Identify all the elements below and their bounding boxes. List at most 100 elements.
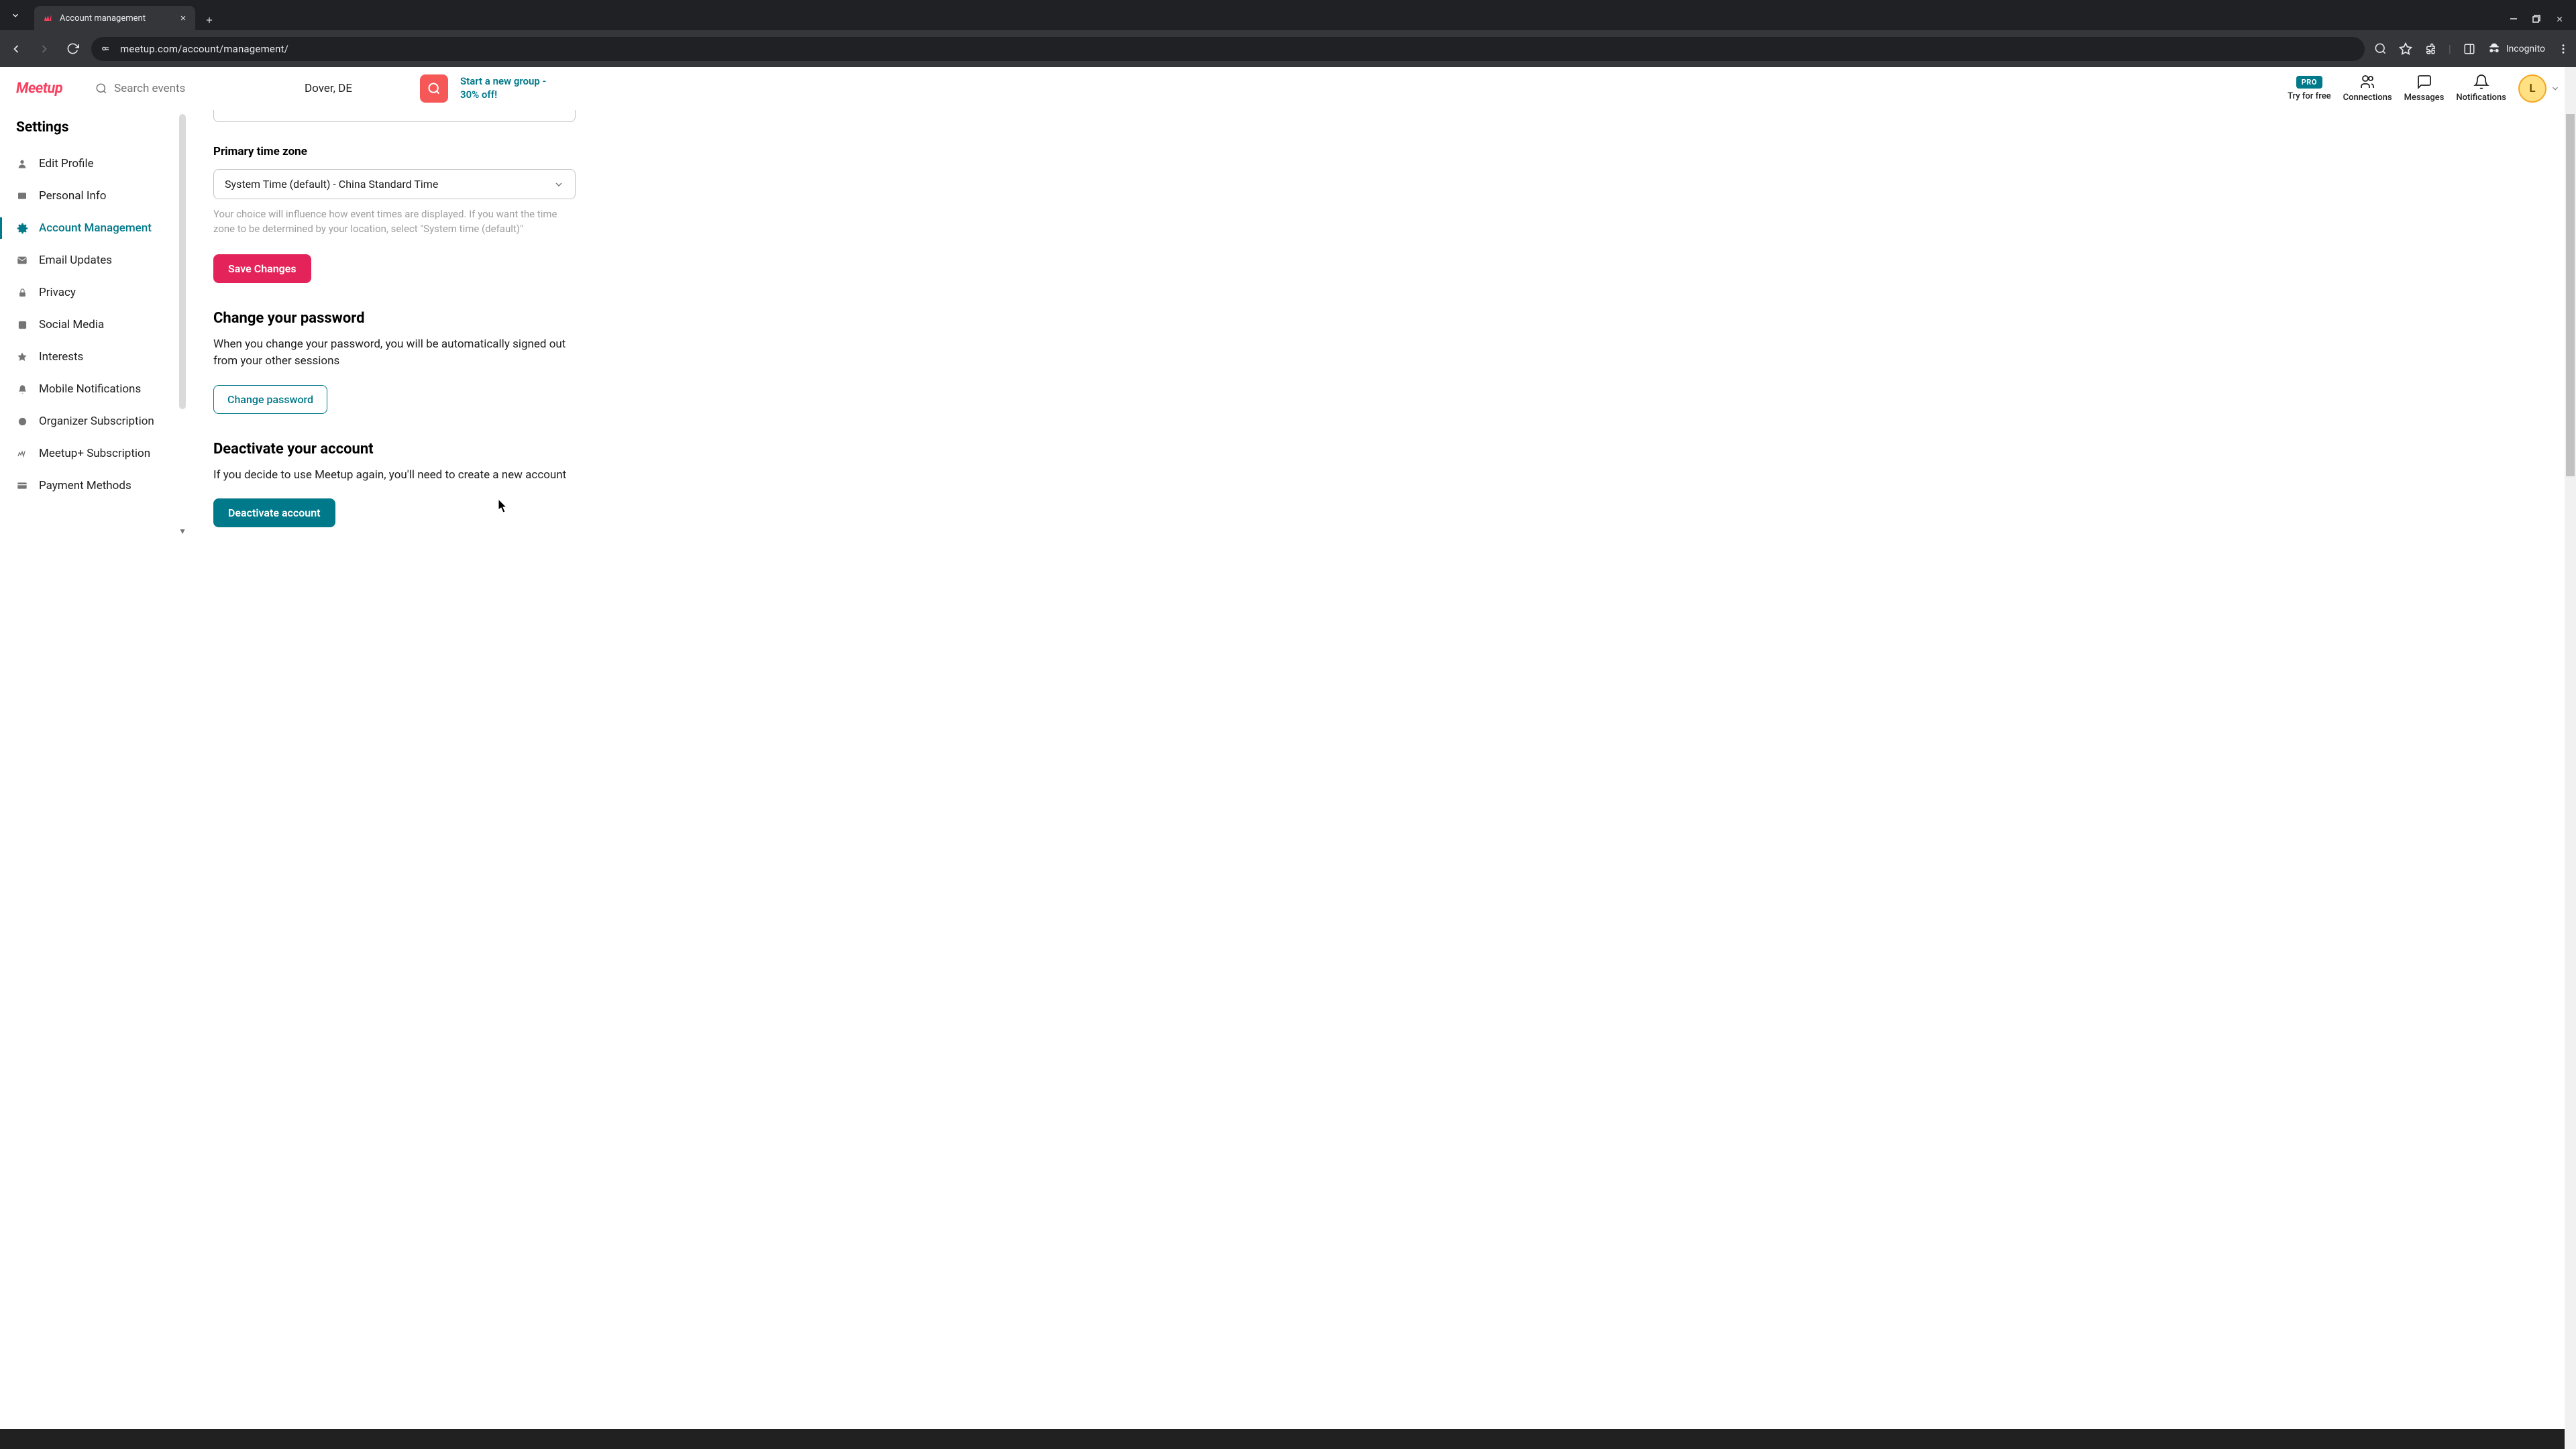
messages-link[interactable]: Messages [2404, 74, 2445, 103]
sidebar-item-label: Email Updates [39, 254, 112, 267]
profile-menu[interactable]: L [2518, 74, 2560, 103]
search-icon [427, 82, 441, 95]
sidebar-item-edit-profile[interactable]: Edit Profile [16, 148, 186, 180]
minimize-icon[interactable] [2510, 15, 2518, 23]
sidebar-item-payment-methods[interactable]: Payment Methods [16, 470, 186, 502]
connections-link[interactable]: Connections [2343, 74, 2392, 103]
lock-icon [16, 286, 28, 299]
sidebar-item-label: Personal Info [39, 189, 106, 203]
browser-titlebar: Account management [0, 0, 2576, 30]
scroll-down-arrow-icon[interactable]: ▼ [178, 527, 186, 536]
meetup-favicon-icon [42, 13, 53, 23]
bell-icon [2473, 74, 2489, 90]
share-icon [16, 319, 28, 331]
url-text: meetup.com/account/management/ [120, 43, 288, 55]
avatar: L [2518, 74, 2546, 103]
main-content: Primary time zone System Time (default) … [186, 110, 790, 1449]
bell-icon [16, 383, 28, 395]
sidebar-item-label: Privacy [39, 286, 76, 299]
notifications-label: Notifications [2456, 93, 2506, 103]
card-icon [16, 190, 28, 202]
search-submit-button[interactable] [420, 74, 448, 103]
tab-title: Account management [60, 13, 172, 23]
mouse-cursor-icon [498, 499, 509, 514]
messages-icon [2416, 74, 2432, 90]
sidebar-item-label: Payment Methods [39, 479, 131, 492]
sidebar-item-privacy[interactable]: Privacy [16, 276, 186, 309]
person-icon [16, 158, 28, 170]
url-bar[interactable]: meetup.com/account/management/ [91, 37, 2365, 61]
connections-label: Connections [2343, 93, 2392, 103]
page-footer [0, 1429, 2565, 1449]
change-password-button[interactable]: Change password [213, 385, 327, 414]
credit-card-icon [16, 480, 28, 492]
maximize-icon[interactable] [2532, 15, 2540, 23]
extensions-icon[interactable] [2424, 43, 2436, 55]
language-select-partial[interactable] [213, 110, 576, 122]
badge-icon [16, 415, 28, 427]
timezone-select[interactable]: System Time (default) - China Standard T… [213, 169, 576, 199]
site-info-icon[interactable] [101, 43, 112, 54]
sidebar-item-account-management[interactable]: Account Management [16, 212, 186, 244]
site-header: Meetup Dover, DE Start a new group - 30%… [0, 67, 2576, 110]
browser-menu-icon[interactable] [2557, 43, 2569, 55]
chevron-down-icon [553, 179, 564, 190]
chevron-down-icon [2551, 84, 2560, 93]
sidebar-item-label: Mobile Notifications [39, 382, 141, 396]
back-icon[interactable] [7, 40, 25, 58]
sidebar-item-email-updates[interactable]: Email Updates [16, 244, 186, 276]
sidebar-item-label: Social Media [39, 318, 104, 331]
search-events-input[interactable] [95, 82, 297, 95]
mail-icon [16, 254, 28, 266]
notifications-link[interactable]: Notifications [2456, 74, 2506, 103]
change-password-heading: Change your password [213, 310, 763, 327]
sidebar-item-label: Edit Profile [39, 157, 94, 170]
sidebar-item-meetup-plus-subscription[interactable]: Meetup+ Subscription [16, 437, 186, 470]
timezone-help-text: Your choice will influence how event tim… [213, 207, 576, 237]
incognito-indicator[interactable]: Incognito [2487, 42, 2545, 56]
search-location[interactable]: Dover, DE [305, 82, 412, 95]
sidebar-scrollbar[interactable]: ▼ [178, 110, 186, 419]
meetup-plus-icon [16, 447, 28, 460]
browser-tab[interactable]: Account management [34, 6, 195, 30]
new-tab-button[interactable] [205, 15, 214, 25]
tab-close-icon[interactable] [179, 14, 187, 22]
tab-search-dropdown[interactable] [0, 0, 30, 30]
reload-icon[interactable] [63, 40, 82, 58]
save-changes-button[interactable]: Save Changes [213, 254, 311, 283]
browser-address-bar: meetup.com/account/management/ | Incogni… [0, 30, 2576, 67]
star-icon [16, 351, 28, 363]
search-icon[interactable] [2374, 42, 2387, 55]
search-events-field[interactable] [114, 82, 297, 95]
start-group-promo-link[interactable]: Start a new group - 30% off! [460, 75, 554, 101]
side-panel-icon[interactable] [2463, 43, 2475, 55]
sidebar-item-label: Interests [39, 350, 83, 364]
deactivate-account-button[interactable]: Deactivate account [213, 498, 335, 527]
meetup-logo[interactable]: Meetup [16, 78, 83, 99]
timezone-label: Primary time zone [213, 145, 763, 158]
sidebar-item-mobile-notifications[interactable]: Mobile Notifications [16, 373, 186, 405]
sidebar-item-label: Organizer Subscription [39, 415, 154, 428]
sidebar-title: Settings [16, 119, 186, 136]
sidebar-item-label: Meetup+ Subscription [39, 447, 150, 460]
sidebar-item-personal-info[interactable]: Personal Info [16, 180, 186, 212]
settings-sidebar: Settings Edit Profile Personal Info Acco… [0, 110, 186, 1449]
timezone-value: System Time (default) - China Standard T… [225, 178, 438, 191]
sidebar-item-interests[interactable]: Interests [16, 341, 186, 373]
incognito-label: Incognito [2506, 44, 2545, 54]
sidebar-item-social-media[interactable]: Social Media [16, 309, 186, 341]
deactivate-text: If you decide to use Meetup again, you'l… [213, 467, 576, 484]
try-pro-link[interactable]: PRO Try for free [2288, 76, 2331, 101]
messages-label: Messages [2404, 93, 2445, 103]
change-password-text: When you change your password, you will … [213, 336, 576, 370]
connections-icon [2359, 74, 2375, 90]
window-controls [2510, 15, 2576, 30]
close-window-icon[interactable] [2555, 15, 2564, 23]
pro-badge: PRO [2296, 76, 2322, 89]
svg-text:Meetup: Meetup [16, 80, 63, 97]
bookmark-star-icon[interactable] [2399, 42, 2412, 56]
sidebar-item-organizer-subscription[interactable]: Organizer Subscription [16, 405, 186, 437]
forward-icon[interactable] [35, 40, 54, 58]
try-pro-label: Try for free [2288, 91, 2331, 101]
sidebar-item-label: Account Management [39, 221, 152, 235]
